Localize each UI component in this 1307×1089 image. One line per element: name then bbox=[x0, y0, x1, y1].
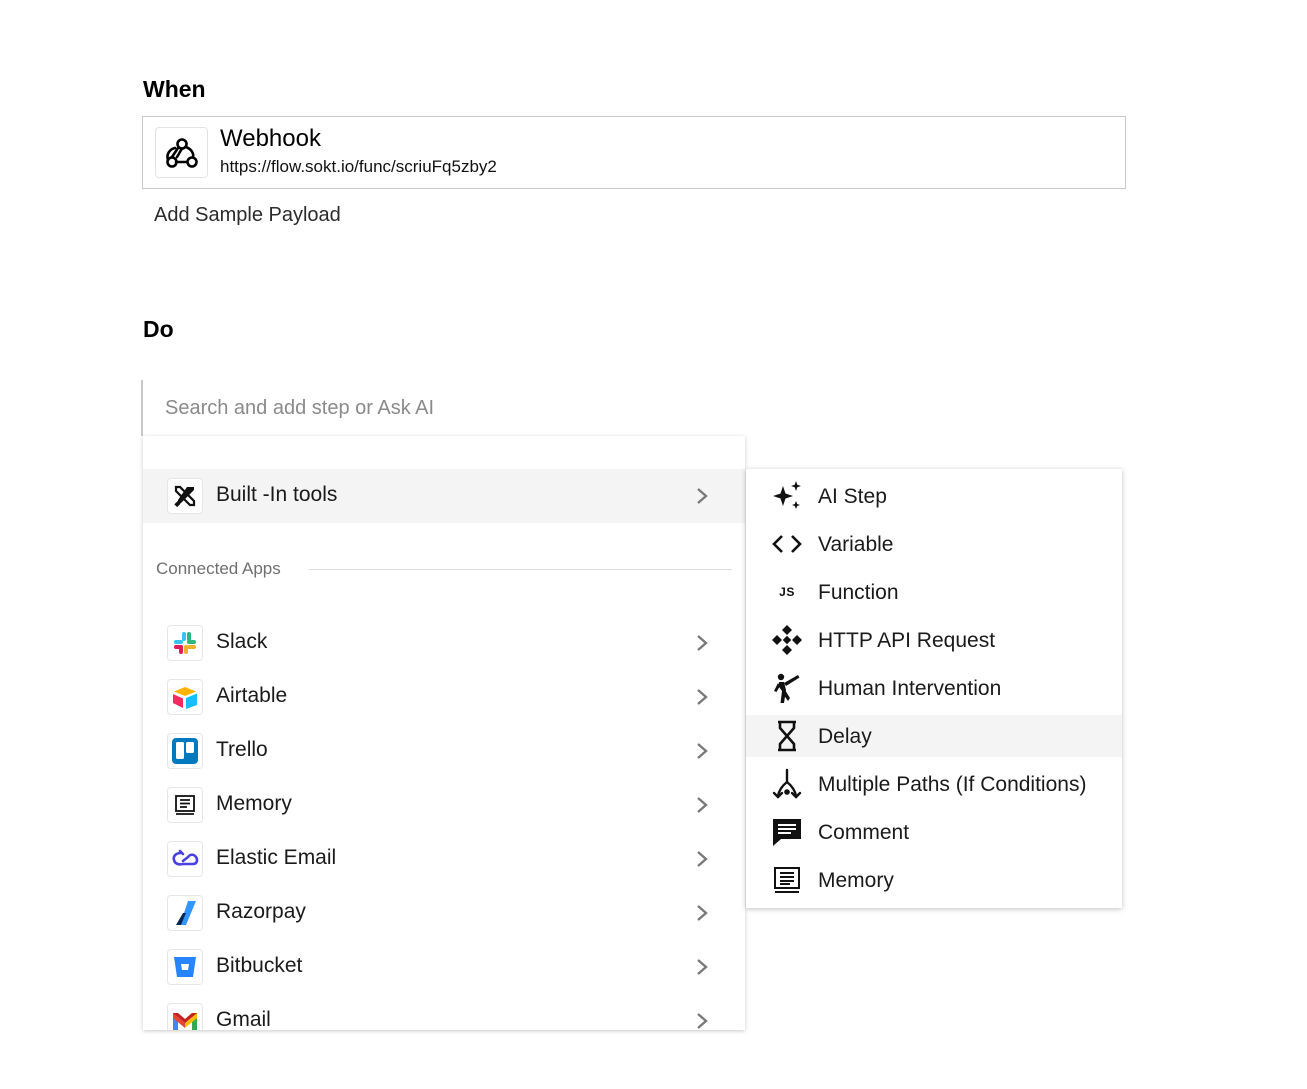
gmail-icon bbox=[167, 1003, 203, 1030]
webhook-icon bbox=[155, 127, 208, 178]
menu-item-razorpay[interactable]: Razorpay bbox=[143, 886, 745, 940]
chevron-right-icon bbox=[697, 959, 708, 975]
step-search-input[interactable] bbox=[165, 392, 725, 424]
submenu-item-memory[interactable]: Memory bbox=[746, 859, 1122, 901]
human-icon bbox=[770, 672, 804, 704]
api-icon bbox=[770, 624, 804, 656]
razorpay-icon bbox=[167, 895, 203, 931]
menu-item-label: Airtable bbox=[216, 684, 288, 707]
sparkles-icon bbox=[770, 480, 804, 512]
submenu-item-function[interactable]: JS Function bbox=[746, 571, 1122, 613]
submenu-item-http-api-request[interactable]: HTTP API Request bbox=[746, 619, 1122, 661]
when-title: When bbox=[143, 76, 206, 102]
tools-icon bbox=[167, 478, 203, 514]
menu-item-label: Gmail bbox=[216, 1008, 271, 1030]
menu-item-memory[interactable]: Memory bbox=[143, 778, 745, 832]
submenu-item-label: Variable bbox=[818, 533, 894, 556]
chevron-right-icon bbox=[697, 743, 708, 759]
submenu-item-label: Multiple Paths (If Conditions) bbox=[818, 773, 1087, 796]
comment-icon bbox=[770, 816, 804, 848]
menu-item-label: Elastic Email bbox=[216, 846, 337, 869]
js-icon-text: JS bbox=[779, 585, 795, 599]
memory-icon bbox=[770, 864, 804, 896]
builtin-tools-submenu: AI Step Variable JS Function HTTP API Re… bbox=[746, 469, 1122, 908]
add-sample-payload-link[interactable]: Add Sample Payload bbox=[154, 204, 341, 227]
airtable-icon bbox=[167, 679, 203, 715]
chevron-right-icon bbox=[697, 1013, 708, 1029]
menu-item-label: Bitbucket bbox=[216, 954, 303, 977]
divider bbox=[309, 569, 732, 570]
menu-item-builtin-tools[interactable]: Built -In tools bbox=[143, 469, 745, 523]
trello-icon bbox=[167, 733, 203, 769]
menu-item-slack[interactable]: Slack bbox=[143, 616, 745, 670]
connected-apps-label: Connected Apps bbox=[156, 559, 291, 579]
submenu-item-variable[interactable]: Variable bbox=[746, 523, 1122, 565]
menu-item-trello[interactable]: Trello bbox=[143, 724, 745, 778]
menu-item-elastic-email[interactable]: Elastic Email bbox=[143, 832, 745, 886]
submenu-item-ai-step[interactable]: AI Step bbox=[746, 475, 1122, 517]
code-brackets-icon bbox=[770, 528, 804, 560]
submenu-item-label: Comment bbox=[818, 821, 910, 844]
submenu-item-human-intervention[interactable]: Human Intervention bbox=[746, 667, 1122, 709]
submenu-item-label: Memory bbox=[818, 869, 894, 892]
trigger-url: https://flow.sokt.io/func/scriuFq5zby2 bbox=[220, 157, 497, 176]
menu-item-label: Memory bbox=[216, 792, 292, 815]
do-title: Do bbox=[143, 316, 174, 342]
chevron-right-icon bbox=[697, 905, 708, 921]
chevron-right-icon bbox=[697, 851, 708, 867]
submenu-item-comment[interactable]: Comment bbox=[746, 811, 1122, 853]
menu-item-bitbucket[interactable]: Bitbucket bbox=[143, 940, 745, 994]
menu-item-label: Built -In tools bbox=[216, 483, 338, 506]
trigger-name: Webhook bbox=[220, 125, 321, 152]
bitbucket-icon bbox=[167, 949, 203, 985]
trigger-card[interactable]: Webhook https://flow.sokt.io/func/scriuF… bbox=[142, 116, 1126, 189]
menu-item-label: Slack bbox=[216, 630, 268, 653]
memory-icon bbox=[167, 787, 203, 823]
elastic-email-icon bbox=[167, 841, 203, 877]
submenu-item-delay[interactable]: Delay bbox=[746, 715, 1122, 757]
submenu-item-label: Human Intervention bbox=[818, 677, 1002, 700]
menu-item-label: Trello bbox=[216, 738, 268, 761]
chevron-right-icon bbox=[697, 797, 708, 813]
chevron-right-icon bbox=[697, 689, 708, 705]
js-icon: JS bbox=[770, 576, 804, 608]
menu-item-airtable[interactable]: Airtable bbox=[143, 670, 745, 724]
submenu-item-label: HTTP API Request bbox=[818, 629, 996, 652]
menu-item-gmail[interactable]: Gmail bbox=[143, 994, 745, 1030]
hourglass-icon bbox=[770, 720, 804, 752]
search-box[interactable] bbox=[141, 380, 745, 436]
submenu-item-label: AI Step bbox=[818, 485, 887, 508]
menu-item-label: Razorpay bbox=[216, 900, 306, 923]
fork-icon bbox=[770, 768, 804, 800]
submenu-item-multiple-paths[interactable]: Multiple Paths (If Conditions) bbox=[746, 763, 1122, 805]
submenu-item-label: Delay bbox=[818, 725, 872, 748]
submenu-item-label: Function bbox=[818, 581, 899, 604]
step-menu: Built -In tools Connected Apps Slack Air… bbox=[143, 436, 745, 1030]
slack-icon bbox=[167, 625, 203, 661]
chevron-right-icon bbox=[697, 635, 708, 651]
chevron-right-icon bbox=[697, 488, 708, 504]
